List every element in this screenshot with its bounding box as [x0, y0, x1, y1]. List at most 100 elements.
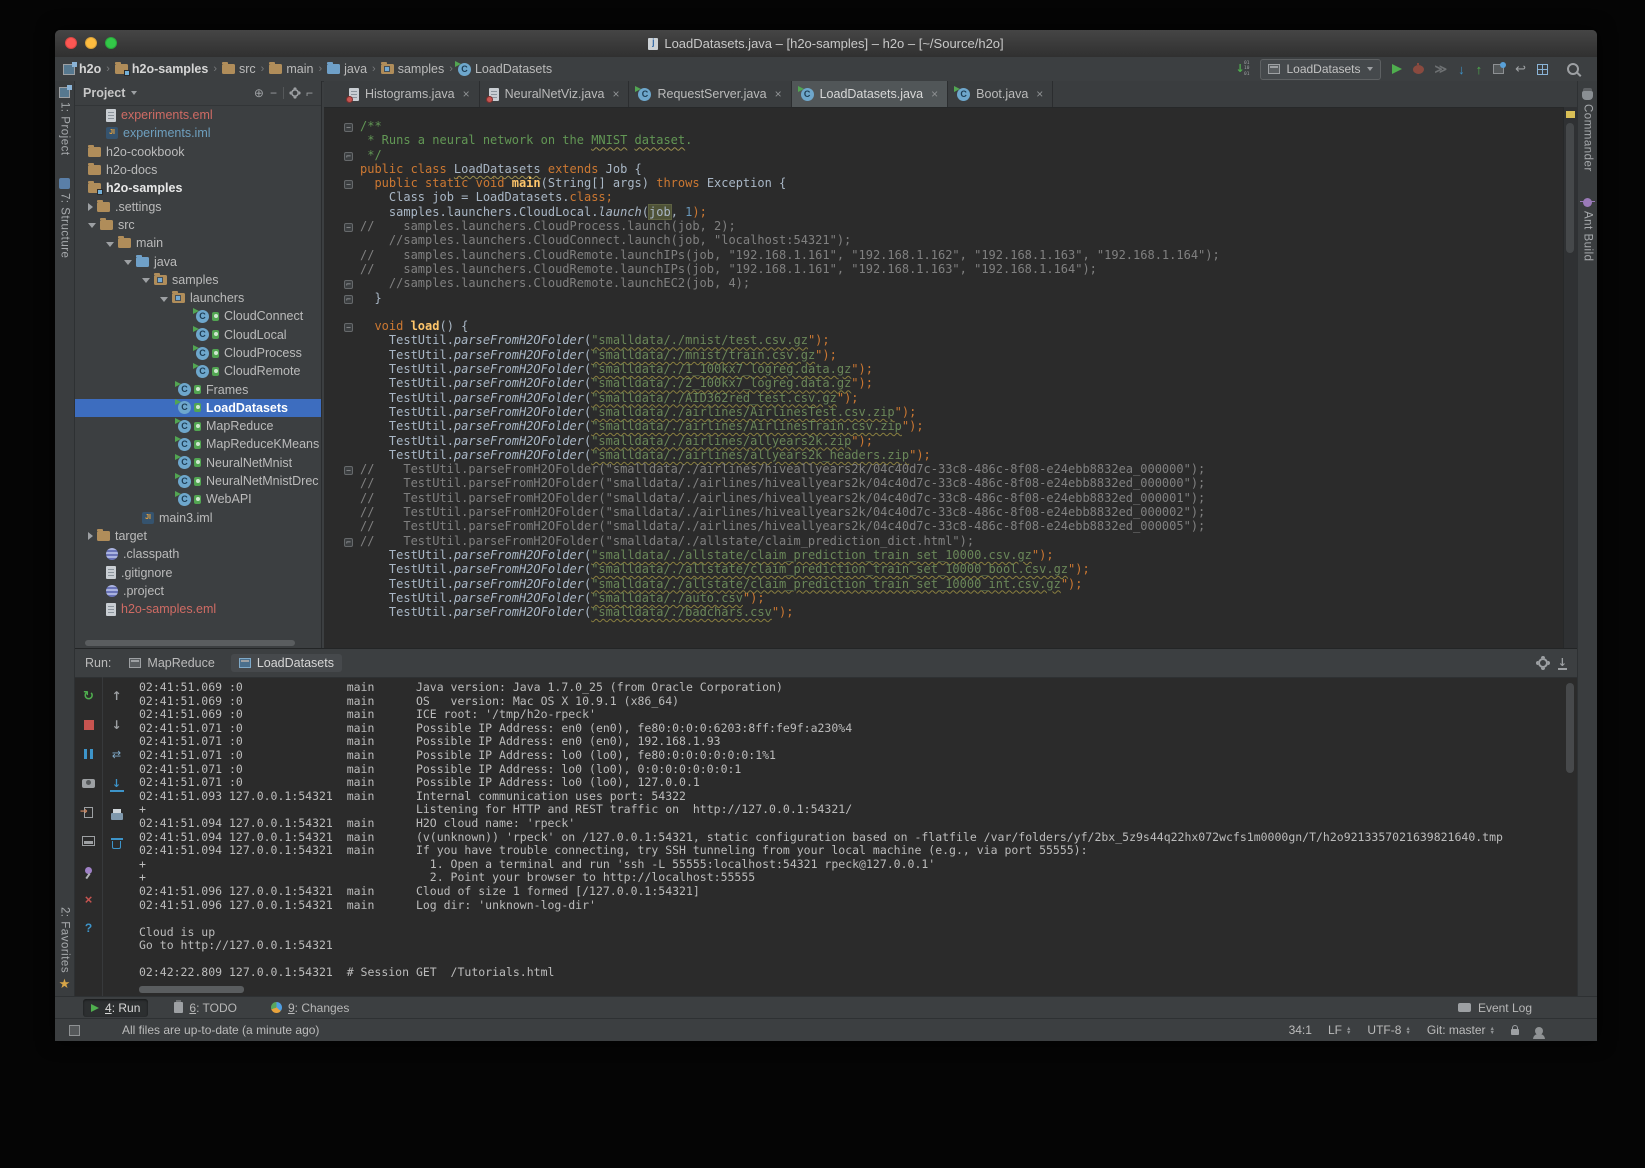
console-vscrollbar[interactable] — [1566, 683, 1574, 773]
editor-tab-RequestServer.java[interactable]: RequestServer.java× — [629, 81, 791, 107]
chevron-expanded-icon[interactable] — [160, 297, 168, 302]
run-configuration-select[interactable]: LoadDatasets — [1260, 59, 1380, 80]
rerun-icon[interactable]: ↻ — [82, 689, 96, 703]
pause-output-icon[interactable] — [82, 747, 96, 761]
close-icon[interactable]: × — [1036, 87, 1043, 101]
jump-to-console-icon[interactable] — [82, 805, 96, 819]
editor-tab-LoadDatasets.java[interactable]: LoadDatasets.java× — [792, 81, 949, 107]
close-icon[interactable]: × — [463, 87, 470, 101]
debug-button[interactable] — [1413, 65, 1424, 74]
chevron-expanded-icon[interactable] — [88, 223, 96, 228]
close-icon[interactable]: × — [931, 87, 938, 101]
search-icon[interactable] — [1567, 63, 1579, 75]
prev-occurrence-icon[interactable]: ↑ — [110, 689, 124, 703]
recent-changes-icon[interactable] — [1493, 64, 1504, 74]
help-icon[interactable]: ? — [82, 921, 96, 935]
titlebar[interactable]: LoadDatasets.java – [h2o-samples] – h2o … — [55, 30, 1597, 58]
restore-layout-icon[interactable] — [82, 834, 96, 848]
clear-all-icon[interactable] — [110, 836, 124, 850]
next-occurrence-icon[interactable]: ↓ — [110, 718, 124, 732]
tree-row-MapReduce[interactable]: MapReduce — [75, 417, 321, 435]
breadcrumb-item-LoadDatasets[interactable]: LoadDatasets — [458, 62, 552, 76]
breadcrumb-item-java[interactable]: java — [327, 62, 367, 76]
vcs-branch-select[interactable]: Git: master▲▼ — [1427, 1023, 1495, 1037]
tool-button-project[interactable]: 1: Project — [59, 87, 71, 156]
fold-collapse-icon[interactable]: − — [344, 466, 353, 475]
warning-stripe-mark[interactable] — [1566, 111, 1575, 118]
tool-button-commander[interactable]: Commander — [1582, 91, 1594, 172]
tree-row-WebAPI[interactable]: WebAPI — [75, 490, 321, 508]
tool-window-button-changes[interactable]: 9: Changes — [263, 999, 357, 1017]
tree-row-.gitignore[interactable]: .gitignore — [75, 563, 321, 581]
tree-row-CloudLocal[interactable]: CloudLocal — [75, 326, 321, 344]
collapse-all-icon[interactable]: − — [270, 86, 277, 100]
close-icon[interactable]: × — [775, 87, 782, 101]
hide-console-icon[interactable]: ↓ — [1558, 657, 1567, 670]
fold-collapse-icon[interactable]: − — [344, 180, 353, 189]
hide-panel-icon[interactable]: ⌐ — [306, 86, 313, 100]
tree-row-CloudProcess[interactable]: CloudProcess — [75, 344, 321, 362]
project-structure-icon[interactable] — [1537, 64, 1548, 75]
fold-collapse-icon[interactable]: − — [344, 123, 353, 132]
tree-row-.project[interactable]: .project — [75, 582, 321, 600]
tree-row-h2o-docs[interactable]: h2o-docs — [75, 161, 321, 179]
chevron-collapsed-icon[interactable] — [88, 532, 93, 540]
tree-row-h2o-cookbook[interactable]: h2o-cookbook — [75, 143, 321, 161]
line-separator-select[interactable]: LF▲▼ — [1328, 1023, 1351, 1037]
tree-row-java[interactable]: java — [75, 252, 321, 270]
tree-row-.classpath[interactable]: .classpath — [75, 545, 321, 563]
tool-button-ant-build[interactable]: Ant Build — [1582, 198, 1594, 262]
editor-scrollbar-thumb[interactable] — [1566, 123, 1574, 253]
pin-icon[interactable] — [82, 863, 96, 877]
locate-file-icon[interactable]: ⊕ — [254, 86, 264, 100]
chevron-expanded-icon[interactable] — [142, 278, 150, 283]
chevron-expanded-icon[interactable] — [106, 242, 114, 247]
tree-row-NeuralNetMnistDrec[interactable]: NeuralNetMnistDrec — [75, 472, 321, 490]
breadcrumb-item-h2o-samples[interactable]: h2o-samples — [115, 62, 208, 76]
undo-icon[interactable]: ↩ — [1515, 63, 1526, 76]
editor[interactable]: Histograms.java×NeuralNetViz.java×Reques… — [324, 81, 1577, 648]
error-stripe-scrollbar[interactable] — [1563, 107, 1577, 648]
tree-row-main[interactable]: main — [75, 234, 321, 252]
tree-row-h2o-samples.eml[interactable]: h2o-samples.eml — [75, 600, 321, 618]
breadcrumb-item-main[interactable]: main — [269, 62, 313, 76]
soft-wrap-icon[interactable]: ⇄ — [110, 747, 124, 761]
chevron-expanded-icon[interactable] — [124, 260, 132, 265]
run-tab-LoadDatasets[interactable]: LoadDatasets — [231, 654, 342, 672]
scroll-to-end-icon[interactable]: ↓ — [110, 776, 124, 792]
code-area[interactable]: −/** * Runs a neural network on the MNIS… — [324, 107, 1563, 648]
chevron-collapsed-icon[interactable] — [88, 203, 93, 211]
fold-end-icon[interactable]: ⌐ — [344, 538, 353, 547]
tree-row-CloudConnect[interactable]: CloudConnect — [75, 307, 321, 325]
stop-icon[interactable] — [82, 718, 96, 732]
tree-row-h2o-samples[interactable]: h2o-samples — [75, 179, 321, 197]
gear-icon[interactable] — [1538, 658, 1548, 668]
hector-inspector-icon[interactable] — [1535, 1027, 1543, 1035]
tree-row-LoadDatasets[interactable]: LoadDatasets — [75, 399, 321, 417]
close-icon[interactable]: × — [612, 87, 619, 101]
toolwindow-toggle-icon[interactable] — [69, 1025, 80, 1036]
project-view-select[interactable]: Project — [83, 86, 137, 100]
breadcrumb-item-src[interactable]: src — [222, 62, 256, 76]
tool-button-structure[interactable]: 7: Structure — [59, 178, 71, 258]
tree-row-main3.iml[interactable]: main3.iml — [75, 509, 321, 527]
tool-window-button-todo[interactable]: 6: TODO — [166, 999, 245, 1017]
tool-button-favorites[interactable]: 2: Favorites ★ — [59, 907, 71, 990]
tree-row-src[interactable]: src — [75, 216, 321, 234]
dump-threads-icon[interactable] — [82, 776, 96, 790]
editor-tab-Histograms.java[interactable]: Histograms.java× — [340, 81, 480, 107]
tree-row-NeuralNetMnist[interactable]: NeuralNetMnist — [75, 454, 321, 472]
lock-icon[interactable] — [1511, 1029, 1519, 1035]
vcs-commit-button[interactable]: ↑ — [1476, 63, 1483, 76]
tree-row-CloudRemote[interactable]: CloudRemote — [75, 362, 321, 380]
vcs-update-button[interactable]: ↓ — [1458, 63, 1465, 76]
fold-collapse-icon[interactable]: − — [344, 323, 353, 332]
breadcrumb-item-h2o[interactable]: h2o — [63, 62, 101, 76]
tree-row-experiments.iml[interactable]: experiments.iml — [75, 124, 321, 142]
gear-icon[interactable] — [291, 89, 299, 97]
fold-end-icon[interactable]: ⌐ — [344, 280, 353, 289]
coverage-button[interactable]: ≫ — [1435, 63, 1448, 75]
project-tree-scrollbar[interactable] — [85, 640, 295, 646]
tool-window-button-run[interactable]: 4: Run — [83, 999, 148, 1017]
fold-end-icon[interactable]: ⌐ — [344, 152, 353, 161]
